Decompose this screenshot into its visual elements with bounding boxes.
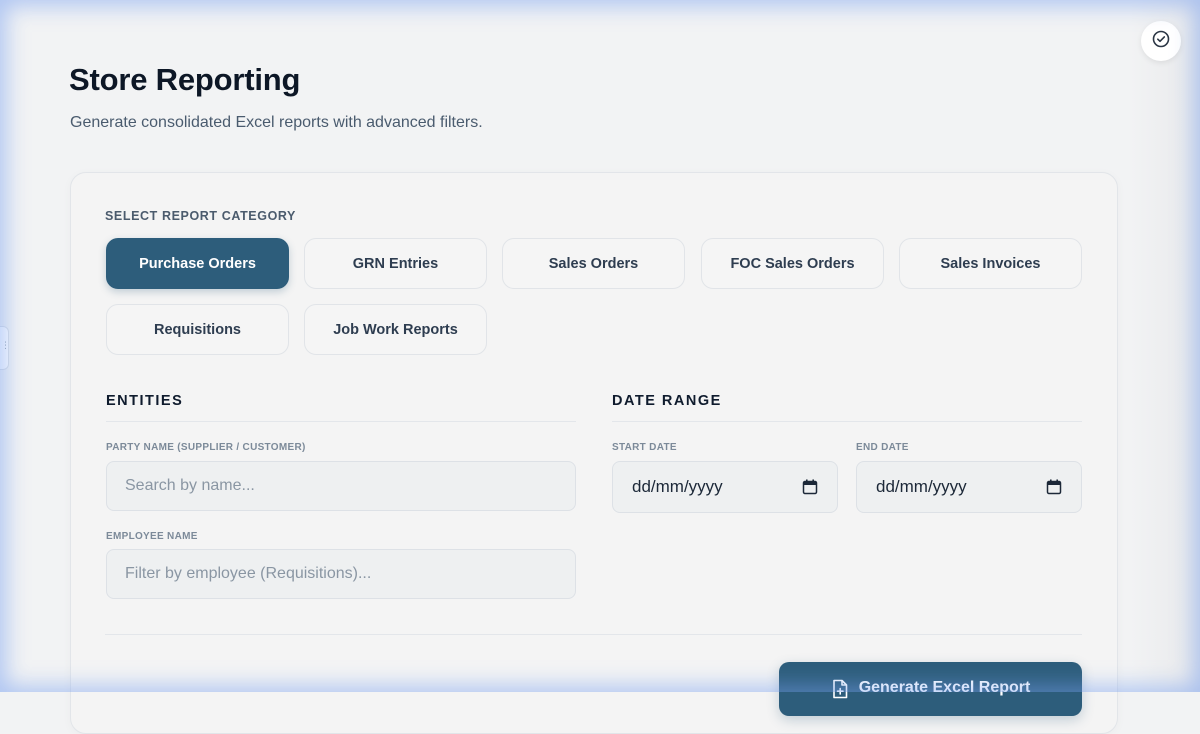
party-name-label: PARTY NAME (SUPPLIER / CUSTOMER) <box>106 442 306 453</box>
category-job-work-reports[interactable]: Job Work Reports <box>304 304 487 355</box>
end-date-label: END DATE <box>856 442 909 453</box>
start-date-input[interactable]: dd/mm/yyyy <box>612 461 838 513</box>
generate-report-label: Generate Excel Report <box>858 679 1031 696</box>
date-range-divider <box>612 421 1082 422</box>
category-sales-orders[interactable]: Sales Orders <box>502 238 685 289</box>
category-sales-invoices[interactable]: Sales Invoices <box>899 238 1082 289</box>
date-range-title: DATE RANGE <box>612 393 722 409</box>
employee-name-label: EMPLOYEE NAME <box>106 531 198 542</box>
check-circle-icon <box>1151 29 1171 54</box>
footer-divider <box>105 634 1082 635</box>
right-edge-shade <box>1130 0 1200 692</box>
category-caption: SELECT REPORT CATEGORY <box>105 209 296 223</box>
category-purchase-orders[interactable]: Purchase Orders <box>106 238 289 289</box>
category-grn-entries[interactable]: GRN Entries <box>304 238 487 289</box>
calendar-icon[interactable] <box>1046 479 1062 495</box>
end-date-value: dd/mm/yyyy <box>876 477 967 496</box>
calendar-icon[interactable] <box>802 479 818 495</box>
entities-divider <box>106 421 576 422</box>
page-title: Store Reporting <box>69 62 301 97</box>
entities-title: ENTITIES <box>106 393 184 409</box>
start-date-value: dd/mm/yyyy <box>632 477 723 496</box>
start-date-label: START DATE <box>612 442 677 453</box>
sidebar-toggle-handle[interactable]: ⋮ <box>0 326 10 370</box>
page-subtitle: Generate consolidated Excel reports with… <box>70 114 483 131</box>
check-circle-button[interactable] <box>1141 21 1181 61</box>
party-name-input[interactable] <box>106 461 576 511</box>
category-foc-sales-orders[interactable]: FOC Sales Orders <box>701 238 884 289</box>
employee-name-input[interactable] <box>106 549 576 599</box>
end-date-input[interactable]: dd/mm/yyyy <box>856 461 1082 513</box>
category-requisitions[interactable]: Requisitions <box>106 304 289 355</box>
generate-report-button[interactable]: Generate Excel Report <box>779 662 1082 716</box>
